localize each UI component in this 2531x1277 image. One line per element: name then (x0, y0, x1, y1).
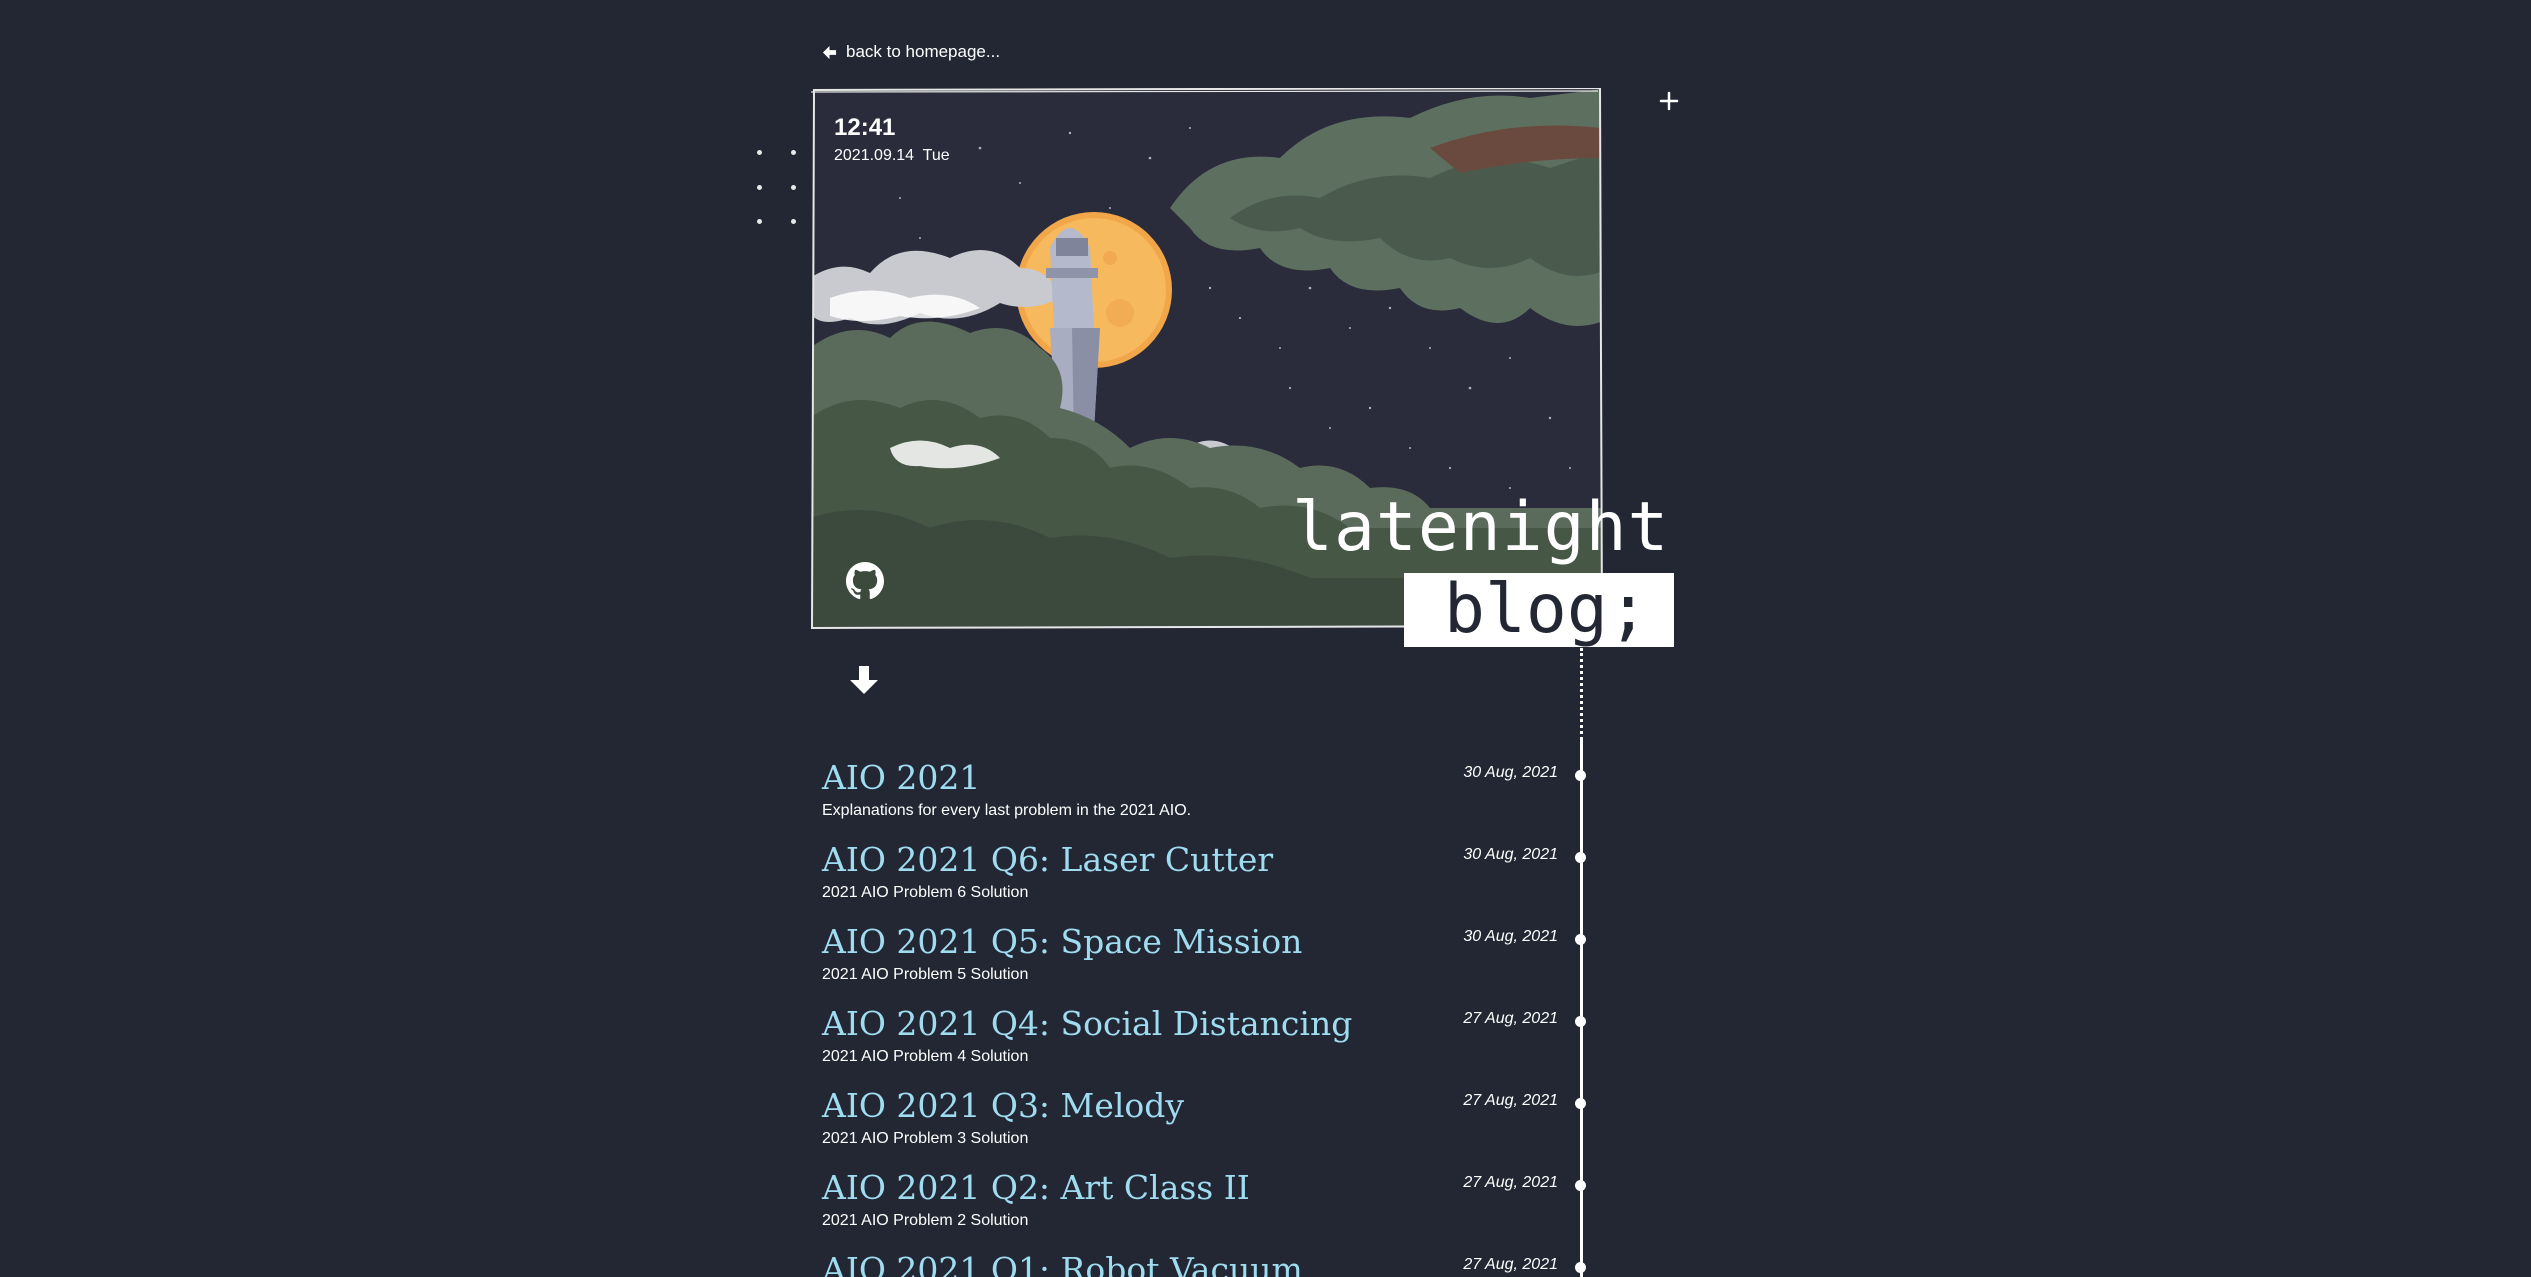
plus-icon[interactable] (1656, 88, 1682, 114)
post-title-link[interactable]: AIO 2021 Q3: Melody (822, 1084, 1184, 1128)
post-description: 2021 AIO Problem 5 Solution (822, 966, 1029, 983)
post-title-link[interactable]: AIO 2021 Q4: Social Distancing (822, 1002, 1352, 1046)
page: back to homepage... 12:41 2021.09.14 Tue… (0, 0, 2531, 1277)
post-title-link[interactable]: AIO 2021 Q1: Robot Vacuum (822, 1248, 1303, 1277)
timeline-node (1575, 934, 1586, 945)
post-date: 27 Aug, 2021 (1463, 1174, 1558, 1191)
arrow-down-icon[interactable] (848, 664, 880, 696)
clock-time: 12:41 (834, 114, 896, 141)
back-link-label: back to homepage... (846, 42, 1001, 61)
timeline-node (1575, 1016, 1586, 1027)
post-description: 2021 AIO Problem 3 Solution (822, 1130, 1029, 1147)
post-item: AIO 2021 Q6: Laser Cutter 2021 AIO Probl… (822, 838, 1622, 920)
post-title-link[interactable]: AIO 2021 Q6: Laser Cutter (822, 838, 1273, 882)
back-to-homepage-link[interactable]: back to homepage... (822, 42, 1000, 62)
github-icon[interactable] (846, 562, 884, 600)
post-description: 2021 AIO Problem 6 Solution (822, 884, 1029, 901)
post-date: 30 Aug, 2021 (1463, 846, 1558, 863)
post-description: 2021 AIO Problem 2 Solution (822, 1212, 1029, 1229)
post-title-link[interactable]: AIO 2021 (822, 756, 980, 800)
timeline-node (1575, 1098, 1586, 1109)
post-description: Explanations for every last problem in t… (822, 802, 1192, 819)
post-date: 27 Aug, 2021 (1463, 1092, 1558, 1109)
timeline-node (1575, 1262, 1586, 1273)
post-title-link[interactable]: AIO 2021 Q5: Space Mission (822, 920, 1302, 964)
post-item: AIO 2021 Q1: Robot Vacuum 27 Aug, 2021 (822, 1248, 1622, 1277)
blog-title-line2: blog; (1404, 573, 1674, 647)
blog-title-line1: latenight (1292, 488, 1670, 567)
post-item: AIO 2021 Explanations for every last pro… (822, 756, 1622, 838)
post-item: AIO 2021 Q4: Social Distancing 2021 AIO … (822, 1002, 1622, 1084)
clock-date: 2021.09.14 Tue (834, 147, 950, 164)
post-date: 30 Aug, 2021 (1463, 928, 1558, 945)
timeline-node (1575, 770, 1586, 781)
arrow-left-icon (822, 45, 837, 60)
timeline-node (1575, 1180, 1586, 1191)
timeline-node (1575, 852, 1586, 863)
post-list: AIO 2021 Explanations for every last pro… (822, 756, 1622, 1277)
post-date: 27 Aug, 2021 (1463, 1256, 1558, 1273)
post-description: 2021 AIO Problem 4 Solution (822, 1048, 1029, 1065)
timeline-connector (1580, 648, 1583, 740)
post-title-link[interactable]: AIO 2021 Q2: Art Class II (822, 1166, 1250, 1210)
post-item: AIO 2021 Q2: Art Class II 2021 AIO Probl… (822, 1166, 1622, 1248)
post-item: AIO 2021 Q5: Space Mission 2021 AIO Prob… (822, 920, 1622, 1002)
post-item: AIO 2021 Q3: Melody 2021 AIO Problem 3 S… (822, 1084, 1622, 1166)
post-date: 27 Aug, 2021 (1463, 1010, 1558, 1027)
post-date: 30 Aug, 2021 (1463, 764, 1558, 781)
